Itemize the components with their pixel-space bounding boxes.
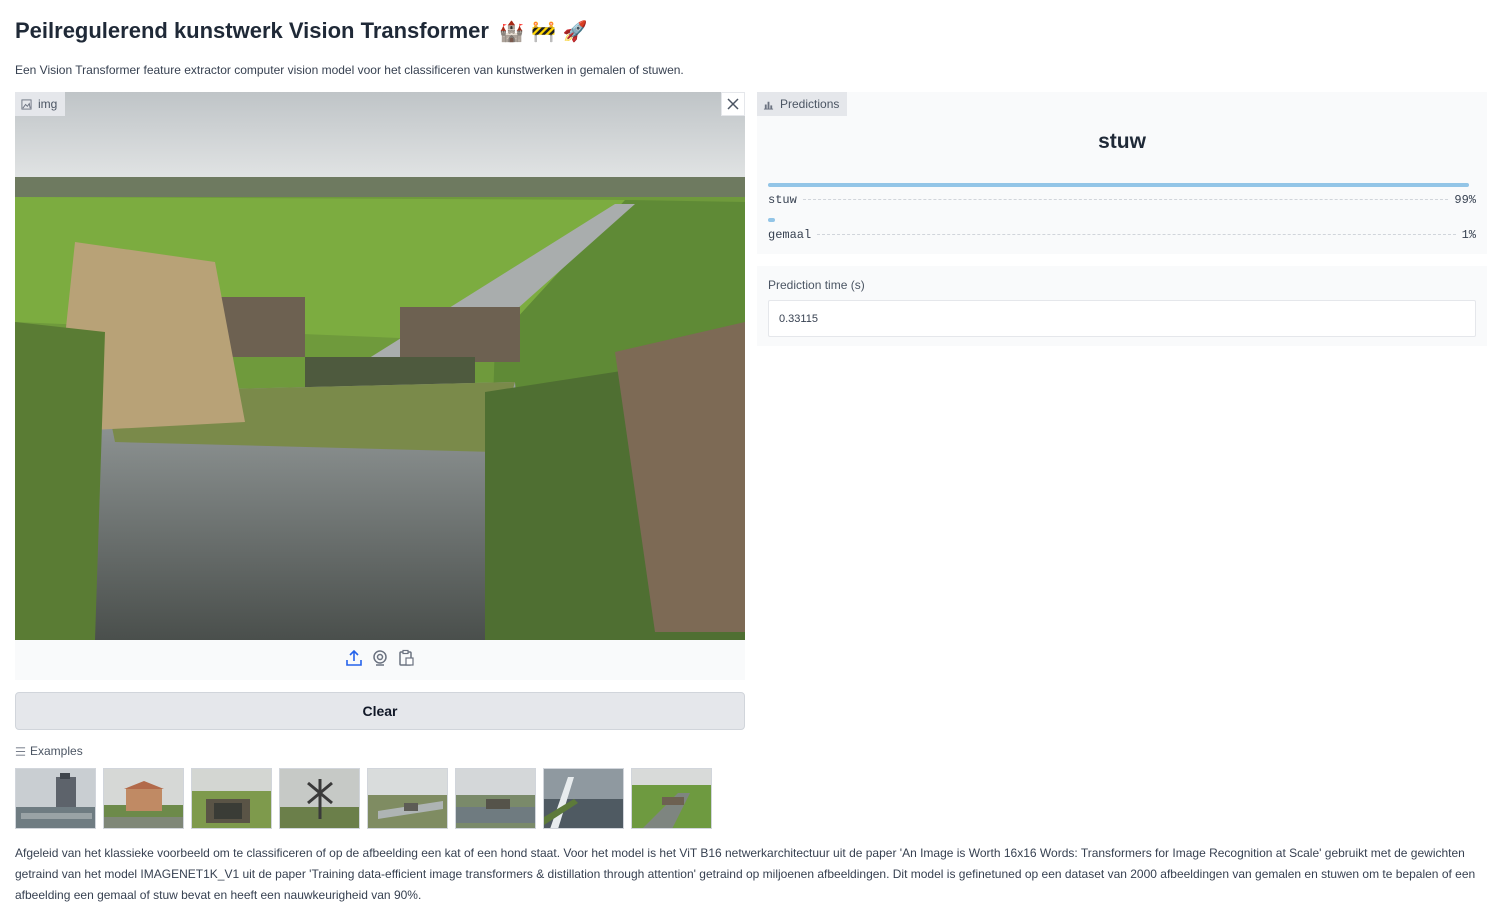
predictions-label-text: Predictions [780,97,840,111]
example-thumbnail[interactable] [455,768,536,829]
top-prediction: stuw [1098,130,1146,153]
page-title-text: Peilregulerend kunstwerk Vision Transfor… [15,18,489,43]
image-source-toolbar [15,640,745,680]
page-description: Een Vision Transformer feature extractor… [15,63,684,77]
clipboard-button[interactable] [397,649,415,672]
confidence-bar [768,183,1469,187]
examples-label-text: Examples [30,744,83,758]
page-title: Peilregulerend kunstwerk Vision Transfor… [15,18,588,44]
upload-icon [346,649,362,666]
clear-image-button[interactable] [721,92,745,116]
list-icon [15,746,26,756]
footer-description: Afgeleid van het klassieke voorbeeld om … [15,846,1476,902]
example-thumbnail[interactable] [279,768,360,829]
examples-gallery [15,768,712,829]
example-thumbnail[interactable] [191,768,272,829]
clipboard-icon [399,649,414,666]
confidence-item: stuw 99% [768,183,1476,207]
example-thumbnail[interactable] [103,768,184,829]
predictions-label: Predictions [757,92,848,116]
confidence-item: gemaal 1% [768,218,1476,242]
example-thumbnail[interactable] [631,768,712,829]
confidence-label: gemaal [768,228,812,242]
predictions-panel: Predictions stuw stuw 99% gemaal 1% [757,92,1487,254]
image-input-panel[interactable]: img [15,92,745,680]
example-thumbnail[interactable] [543,768,624,829]
image-input-label: img [15,92,66,116]
title-emojis: 🏰 🚧 🚀 [499,19,588,43]
upload-button[interactable] [345,649,363,672]
prediction-time-label: Prediction time (s) [768,278,865,292]
bar-chart-icon [763,101,774,110]
example-thumbnail[interactable] [367,768,448,829]
example-thumbnail[interactable] [15,768,96,829]
examples-label: Examples [15,744,83,758]
prediction-time-panel: Prediction time (s) 0.33115 [757,266,1487,346]
confidence-bar [768,218,776,222]
close-icon [727,98,739,110]
clear-button[interactable]: Clear [15,692,745,730]
webcam-button[interactable] [371,649,389,672]
confidence-label: stuw [768,193,797,207]
confidence-value: 1% [1461,228,1476,242]
prediction-time-field[interactable]: 0.33115 [768,300,1476,337]
image-icon [21,98,32,110]
uploaded-image [15,92,745,640]
webcam-icon [373,649,387,666]
image-input-label-text: img [38,97,58,111]
confidence-value: 99% [1454,193,1476,207]
